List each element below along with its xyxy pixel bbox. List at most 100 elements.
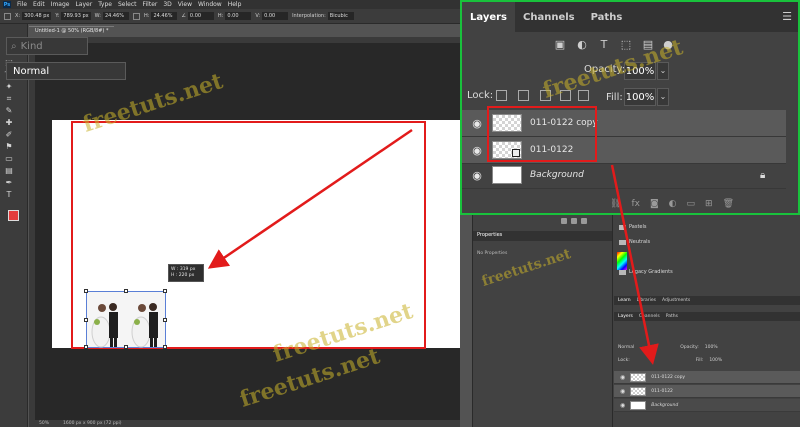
fill-input[interactable]: 100% [624, 88, 656, 106]
small-layer-row[interactable]: ◉ Background [614, 399, 800, 412]
lock-image-icon[interactable] [518, 90, 529, 101]
eyedropper-tool-icon[interactable]: ✎ [4, 106, 14, 116]
eye-icon[interactable]: ◉ [470, 144, 484, 157]
layer-row-background[interactable]: ◉ Background [462, 162, 786, 189]
h-field[interactable]: H: 24.46% [144, 12, 178, 20]
type-tool-icon[interactable]: T [4, 190, 14, 200]
brush-tool-icon[interactable]: ✐ [4, 130, 14, 140]
menu-help[interactable]: Help [228, 1, 242, 8]
gradient-tool-icon[interactable]: ▤ [4, 166, 14, 176]
lock-label: Lock: [467, 90, 494, 101]
transform-handle-bl[interactable] [84, 345, 88, 349]
eye-icon[interactable]: ◉ [620, 374, 625, 381]
small-blend-mode[interactable]: Normal [618, 345, 634, 350]
link-layers-icon[interactable]: ⛓ [610, 199, 621, 211]
options-bar: X: 300.48 px Y: 789.93 px W: 24.46% H: 24.46… [0, 9, 460, 24]
link-icon[interactable] [132, 12, 140, 20]
transform-selection[interactable] [84, 289, 167, 349]
gradient-swatch[interactable] [617, 252, 627, 270]
layer-filter-select[interactable]: ⌕ Kind [6, 37, 88, 55]
eye-icon[interactable]: ◉ [470, 169, 484, 182]
hamburger-icon[interactable]: ☰ [782, 10, 792, 23]
skew-v-field[interactable]: V: 0.00 [255, 12, 289, 20]
transform-handle-t[interactable] [124, 289, 128, 293]
filter-pixel-icon[interactable]: ▣ [553, 37, 567, 53]
healing-tool-icon[interactable]: ✚ [4, 118, 14, 128]
small-tab-channels[interactable]: Channels [639, 314, 660, 319]
gradient-group-pastels[interactable]: Pastels [619, 224, 647, 230]
small-opacity-value[interactable]: 100% [705, 345, 718, 350]
pen-tool-icon[interactable]: ✒ [4, 178, 14, 188]
menu-view[interactable]: View [178, 1, 192, 8]
adjustment-layer-icon[interactable]: ◐ [669, 199, 677, 211]
small-layers-tabs: Layers Channels Paths [614, 312, 800, 321]
menu-layer[interactable]: Layer [75, 1, 92, 8]
chevron-down-icon[interactable]: ⌄ [657, 88, 669, 106]
size-tooltip-height: H : 220 px [171, 273, 195, 278]
gradient-group-legacy[interactable]: Legacy Gradients [619, 269, 673, 275]
panel-icon-b[interactable] [571, 218, 577, 224]
menu-filter[interactable]: Filter [143, 1, 158, 8]
tab-adjustments[interactable]: Adjustments [662, 298, 690, 303]
small-tab-paths[interactable]: Paths [666, 314, 678, 319]
eye-icon[interactable]: ◉ [620, 402, 625, 409]
x-field[interactable]: X: 300.48 px [15, 12, 52, 20]
transform-handle-r[interactable] [163, 318, 167, 322]
blend-mode-select[interactable]: Normal [6, 62, 126, 80]
magic-wand-tool-icon[interactable]: ✦ [4, 82, 14, 92]
transform-handle-tl[interactable] [84, 289, 88, 293]
document-tab[interactable]: Untitled-1 @ 50% (RGB/8#) * [29, 26, 115, 36]
menu-image[interactable]: Image [51, 1, 70, 8]
layer-name[interactable]: Background [530, 170, 584, 180]
layer-thumbnail [492, 166, 522, 184]
crop-tool-icon[interactable]: ⌗ [4, 94, 14, 104]
small-layer-row[interactable]: ◉ 011-0122 copy [614, 371, 800, 384]
panel-icon-a[interactable] [561, 218, 567, 224]
properties-panel: Properties No Properties [472, 215, 613, 427]
stamp-tool-icon[interactable]: ⚑ [4, 142, 14, 152]
menu-3d[interactable]: 3D [163, 1, 171, 8]
zoom-level[interactable]: 50% [39, 421, 49, 426]
small-layer-row[interactable]: ◉ 011-0122 [614, 385, 800, 398]
menu-type[interactable]: Type [98, 1, 112, 8]
add-mask-icon[interactable]: ◙ [650, 199, 659, 211]
gradient-group-neutrals[interactable]: Neutrals [619, 239, 650, 245]
transform-handle-tr[interactable] [163, 289, 167, 293]
y-field[interactable]: Y: 789.93 px [55, 12, 91, 20]
properties-tab[interactable]: Properties [473, 231, 613, 241]
layers-footer-toolbar: ⛓ fx ◙ ◐ ▭ ⊞ 🗑︎ [610, 199, 780, 211]
fx-icon[interactable]: fx [631, 199, 640, 211]
new-group-icon[interactable]: ▭ [687, 199, 696, 211]
trash-icon[interactable]: 🗑︎ [723, 199, 734, 211]
menu-edit[interactable]: Edit [33, 1, 45, 8]
filter-type-icon[interactable]: T [597, 37, 611, 53]
angle-field[interactable]: ∠ 0.00 [181, 12, 214, 20]
panel-icon-c[interactable] [581, 218, 587, 224]
menu-file[interactable]: File [17, 1, 27, 8]
reference-point-icon[interactable] [4, 12, 11, 20]
small-tab-layers[interactable]: Layers [618, 314, 633, 319]
photoshop-logo: Ps [3, 1, 11, 8]
new-layer-icon[interactable]: ⊞ [705, 199, 713, 211]
eye-icon[interactable]: ◉ [620, 388, 625, 395]
foreground-color-swatch[interactable] [8, 210, 19, 221]
transform-handle-br[interactable] [163, 345, 167, 349]
tab-libraries[interactable]: Libraries [637, 298, 656, 303]
lock-transparent-icon[interactable] [496, 90, 507, 101]
tab-paths[interactable]: Paths [583, 2, 631, 32]
tab-layers[interactable]: Layers [462, 2, 515, 32]
menu-window[interactable]: Window [198, 1, 222, 8]
tab-learn[interactable]: Learn [618, 298, 631, 303]
layer-thumbnail [630, 400, 647, 410]
menu-select[interactable]: Select [118, 1, 137, 8]
transform-handle-l[interactable] [84, 318, 88, 322]
small-fill-value[interactable]: 100% [709, 358, 722, 363]
eye-icon[interactable]: ◉ [470, 117, 484, 130]
interpolation-field[interactable]: Interpolation: Bicubic [292, 12, 354, 20]
tab-channels[interactable]: Channels [515, 2, 583, 32]
eraser-tool-icon[interactable]: ▭ [4, 154, 14, 164]
skew-h-field[interactable]: H: 0.00 [218, 12, 252, 20]
filter-adjustment-icon[interactable]: ◐ [575, 37, 589, 53]
w-field[interactable]: W: 24.46% [95, 12, 129, 20]
transform-handle-b[interactable] [124, 345, 128, 349]
